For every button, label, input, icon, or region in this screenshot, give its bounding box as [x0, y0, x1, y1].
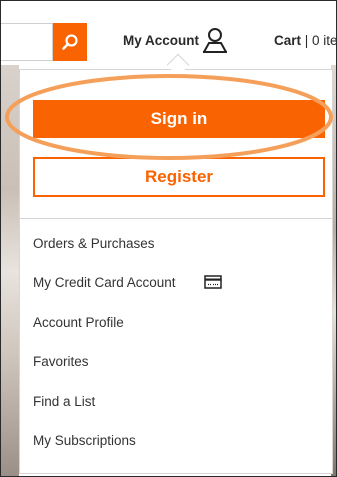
my-account-link[interactable]: My Account	[123, 33, 199, 48]
menu-item-account-profile[interactable]: Account Profile	[33, 315, 124, 330]
magnifier-icon	[62, 34, 78, 50]
background-page-left	[1, 65, 19, 476]
menu-item-find-a-list[interactable]: Find a List	[33, 394, 95, 409]
menu-item-subscriptions[interactable]: My Subscriptions	[33, 433, 136, 448]
menu-divider	[19, 218, 333, 219]
user-icon[interactable]	[202, 27, 228, 53]
search-input[interactable]	[1, 23, 53, 61]
menu-item-favorites[interactable]: Favorites	[33, 354, 89, 369]
credit-card-icon	[204, 275, 222, 289]
menu-item-credit-card[interactable]: My Credit Card Account	[33, 275, 176, 290]
screenshot-frame: My Account Cart | 0 ite Sign in Register…	[0, 0, 337, 477]
site-header: My Account Cart | 0 ite	[1, 1, 337, 65]
register-button[interactable]: Register	[33, 157, 325, 197]
sign-in-button[interactable]: Sign in	[33, 100, 325, 138]
cart-link[interactable]: Cart | 0 ite	[274, 33, 337, 48]
search-button[interactable]	[53, 23, 87, 61]
cart-count: | 0 ite	[304, 33, 337, 48]
cart-label: Cart	[274, 33, 302, 48]
menu-item-orders[interactable]: Orders & Purchases	[33, 236, 155, 251]
